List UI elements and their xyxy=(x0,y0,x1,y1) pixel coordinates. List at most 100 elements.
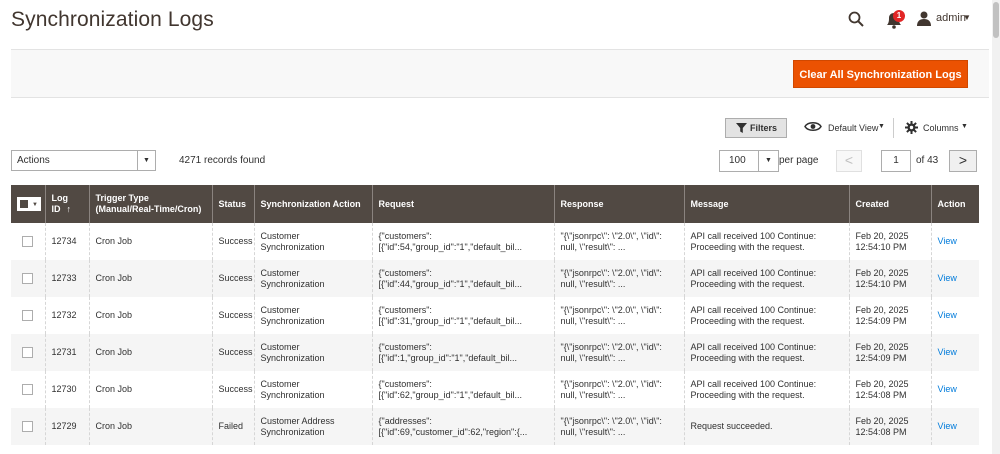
eye-icon xyxy=(804,122,822,131)
next-page-button[interactable]: > xyxy=(949,150,977,172)
default-view-label: Default View xyxy=(828,123,879,133)
log-id-cell: 12729 xyxy=(44,408,89,445)
current-page-input[interactable]: 1 xyxy=(881,150,911,172)
response-cell: "{\"jsonrpc\": \"2.0\", \"id\": null, \"… xyxy=(553,260,684,297)
trigger-type-cell: Cron Job xyxy=(88,297,212,334)
columns-label: Columns xyxy=(923,123,959,133)
per-page-label: per page xyxy=(779,155,819,166)
row-checkbox[interactable] xyxy=(22,384,34,396)
row-checkbox[interactable] xyxy=(22,236,34,248)
created-cell: Feb 20, 2025 12:54:08 PM xyxy=(848,371,931,408)
request-cell: {"customers": [{"id":44,"group_id":"1","… xyxy=(371,260,554,297)
status-cell: Failed xyxy=(211,408,254,445)
toolbar-divider xyxy=(893,118,894,138)
mass-actions-select[interactable]: Actions ▼ xyxy=(11,150,156,171)
row-checkbox-cell xyxy=(11,334,45,371)
sync-action-cell: Customer Address Synchronization xyxy=(253,408,372,445)
message-cell: API call received 100 Continue: Proceedi… xyxy=(683,260,849,297)
actions-label: Actions xyxy=(17,155,50,166)
request-cell: {"customers": [{"id":54,"group_id":"1","… xyxy=(371,223,554,260)
chevron-down-icon: ▼ xyxy=(137,151,155,170)
action-cell: View xyxy=(930,408,979,445)
chevron-down-icon: ▼ xyxy=(758,151,778,171)
response-cell: "{\"jsonrpc\": \"2.0\", \"id\": null, \"… xyxy=(553,408,684,445)
filter-icon xyxy=(736,123,747,133)
column-header-created[interactable]: Created xyxy=(848,185,931,223)
created-cell: Feb 20, 2025 12:54:09 PM xyxy=(848,297,931,334)
per-page-select[interactable]: 100 ▼ xyxy=(719,150,779,172)
sort-arrow-icon: ↑ xyxy=(66,204,72,214)
log-id-cell: 12732 xyxy=(44,297,89,334)
message-cell: Request succeeded. xyxy=(683,408,849,445)
select-all-checkbox[interactable]: ▼ xyxy=(11,185,45,223)
view-link[interactable]: View xyxy=(938,421,957,431)
sync-action-cell: Customer Synchronization xyxy=(253,223,372,260)
table-row[interactable]: 12731 Cron Job Success Customer Synchroniza… xyxy=(11,334,979,371)
created-cell: Feb 20, 2025 12:54:08 PM xyxy=(848,408,931,445)
total-pages-label: of 43 xyxy=(916,155,939,166)
column-header-response[interactable]: Response xyxy=(553,185,684,223)
filters-label: Filters xyxy=(750,123,778,133)
view-link[interactable]: View xyxy=(938,347,957,357)
status-cell: Success xyxy=(211,334,254,371)
table-row[interactable]: 12729 Cron Job Failed Customer Address Sync… xyxy=(11,408,979,445)
trigger-type-cell: Cron Job xyxy=(88,260,212,297)
log-id-cell: 12733 xyxy=(44,260,89,297)
row-checkbox-cell xyxy=(11,260,45,297)
previous-page-button[interactable]: < xyxy=(836,150,862,172)
row-checkbox[interactable] xyxy=(22,421,34,433)
view-link[interactable]: View xyxy=(938,310,957,320)
column-header-status[interactable]: Status xyxy=(211,185,254,223)
column-header-sync-action[interactable]: Synchronization Action xyxy=(253,185,372,223)
per-page-value: 100 xyxy=(729,155,746,166)
row-checkbox-cell xyxy=(11,408,45,445)
page-scrollbar[interactable] xyxy=(992,0,1000,454)
message-cell: API call received 100 Continue: Proceedi… xyxy=(683,297,849,334)
request-cell: {"addresses": [{"id":69,"customer_id":62… xyxy=(371,408,554,445)
table-row[interactable]: 12730 Cron Job Success Customer Synchroniza… xyxy=(11,371,979,408)
request-cell: {"customers": [{"id":31,"group_id":"1","… xyxy=(371,297,554,334)
scrollbar-thumb[interactable] xyxy=(993,2,999,38)
page-title: Synchronization Logs xyxy=(11,8,214,31)
user-icon[interactable] xyxy=(917,11,931,26)
trigger-type-cell: Cron Job xyxy=(88,334,212,371)
action-cell: View xyxy=(930,223,979,260)
sync-action-cell: Customer Synchronization xyxy=(253,260,372,297)
table-row[interactable]: 12733 Cron Job Success Customer Synchroniza… xyxy=(11,260,979,297)
response-cell: "{\"jsonrpc\": \"2.0\", \"id\": null, \"… xyxy=(553,223,684,260)
row-checkbox[interactable] xyxy=(22,347,34,359)
view-link[interactable]: View xyxy=(938,384,957,394)
view-link[interactable]: View xyxy=(938,273,957,283)
row-checkbox-cell xyxy=(11,223,45,260)
admin-user-menu[interactable]: admin xyxy=(936,12,966,24)
table-row[interactable]: 12732 Cron Job Success Customer Synchroniza… xyxy=(11,297,979,334)
search-icon[interactable] xyxy=(848,11,864,27)
response-cell: "{\"jsonrpc\": \"2.0\", \"id\": null, \"… xyxy=(553,297,684,334)
clear-all-logs-button[interactable]: Clear All Synchronization Logs xyxy=(793,60,968,88)
row-checkbox[interactable] xyxy=(22,273,34,285)
notification-badge[interactable]: 1 xyxy=(893,10,905,22)
table-header-row: ▼ Log ID ↑ Trigger Type (Manual/Real-Time… xyxy=(11,185,979,223)
logs-grid: ▼ Log ID ↑ Trigger Type (Manual/Real-Time… xyxy=(11,185,979,445)
row-checkbox-cell xyxy=(11,371,45,408)
message-cell: API call received 100 Continue: Proceedi… xyxy=(683,334,849,371)
chevron-down-icon: ▼ xyxy=(963,13,971,22)
column-header-message[interactable]: Message xyxy=(683,185,849,223)
view-link[interactable]: View xyxy=(938,236,957,246)
column-header-trigger-type[interactable]: Trigger Type (Manual/Real-Time/Cron) xyxy=(88,185,212,223)
status-cell: Success xyxy=(211,297,254,334)
message-cell: API call received 100 Continue: Proceedi… xyxy=(683,223,849,260)
row-checkbox-cell xyxy=(11,297,45,334)
filters-button[interactable]: Filters xyxy=(725,118,787,138)
created-cell: Feb 20, 2025 12:54:10 PM xyxy=(848,223,931,260)
sync-action-cell: Customer Synchronization xyxy=(253,334,372,371)
table-row[interactable]: 12734 Cron Job Success Customer Synchroniza… xyxy=(11,223,979,260)
column-header-log-id[interactable]: Log ID ↑ xyxy=(44,185,89,223)
row-checkbox[interactable] xyxy=(22,310,34,322)
column-header-request[interactable]: Request xyxy=(371,185,554,223)
response-cell: "{\"jsonrpc\": \"2.0\", \"id\": null, \"… xyxy=(553,334,684,371)
created-cell: Feb 20, 2025 12:54:09 PM xyxy=(848,334,931,371)
chevron-down-icon: ▼ xyxy=(961,123,968,130)
request-cell: {"customers": [{"id":1,"group_id":"1","d… xyxy=(371,334,554,371)
status-cell: Success xyxy=(211,371,254,408)
